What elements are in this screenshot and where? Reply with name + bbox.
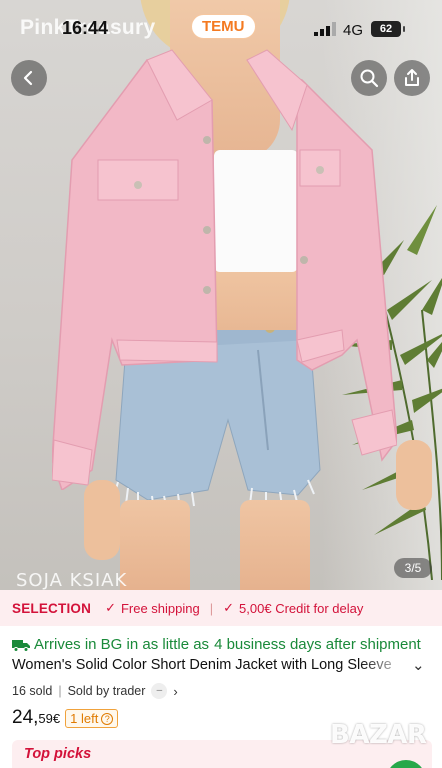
truck-icon — [12, 639, 30, 652]
product-meta: 16 sold | Sold by trader – › — [12, 683, 178, 699]
stock-badge-label: 1 left — [70, 711, 99, 726]
selection-strip[interactable]: SELECTION ✓ Free shipping | ✓ 5,00€ Cred… — [0, 590, 442, 626]
free-shipping-label: Free shipping — [120, 600, 200, 616]
model-hand-left — [84, 480, 120, 560]
status-bar: PinkTreasury 16:44 TEMU 4G 62 — [0, 0, 442, 52]
search-button[interactable] — [351, 60, 387, 96]
back-button[interactable] — [11, 60, 47, 96]
image-page-counter: 3/5 — [394, 558, 432, 578]
share-button[interactable] — [394, 60, 430, 96]
check-icon: ✓ — [223, 600, 235, 615]
check-icon: ✓ — [105, 600, 116, 615]
signal-icon — [314, 22, 336, 36]
model-hand-right — [396, 440, 432, 510]
info-icon: ? — [101, 712, 114, 725]
product-title[interactable]: Women's Solid Color Short Denim Jacket w… — [12, 657, 408, 673]
battery-icon: 62 — [371, 21, 405, 37]
seller-avatar[interactable]: – — [151, 683, 168, 699]
price-integer: 24, — [12, 707, 39, 728]
stock-badge[interactable]: 1 left ? — [65, 709, 119, 728]
title-fade — [360, 657, 410, 677]
model-leg-left — [120, 500, 190, 590]
divider: | — [58, 684, 62, 698]
divider: | — [209, 600, 214, 616]
price-decimal: 59€ — [38, 711, 61, 726]
temu-badge[interactable]: TEMU — [191, 14, 256, 39]
sold-count: 16 sold — [12, 684, 53, 698]
search-icon — [360, 69, 379, 88]
status-time: 16:44 — [62, 18, 109, 38]
chevron-down-icon[interactable]: ⌄ — [412, 656, 425, 674]
credit-item: ✓ 5,00€ Credit for delay — [223, 600, 363, 616]
delivery-info[interactable]: Arrives in BG in as little as 4 business… — [12, 636, 421, 653]
pink-denim-jacket — [52, 49, 397, 490]
selection-label: SELECTION — [12, 600, 92, 616]
network-type: 4G — [343, 22, 364, 39]
bazar-watermark: BAZAR — [330, 720, 427, 750]
delivery-prefix: Arrives in BG in as little as — [34, 636, 210, 653]
share-icon — [405, 69, 419, 86]
chevron-right-icon[interactable]: › — [173, 684, 177, 699]
seller-label[interactable]: Sold by trader — [68, 684, 146, 698]
model-leg-right — [240, 500, 310, 590]
delivery-days: 4 business days after shipment — [214, 636, 421, 653]
image-watermark: SOJA KSIAK — [16, 570, 128, 590]
price-row: 24, 59€ 1 left ? — [12, 707, 119, 729]
free-shipping-item: ✓ Free shipping — [105, 600, 200, 616]
credit-label: 5,00€ Credit for delay — [239, 600, 364, 616]
back-arrow-icon — [23, 70, 33, 86]
